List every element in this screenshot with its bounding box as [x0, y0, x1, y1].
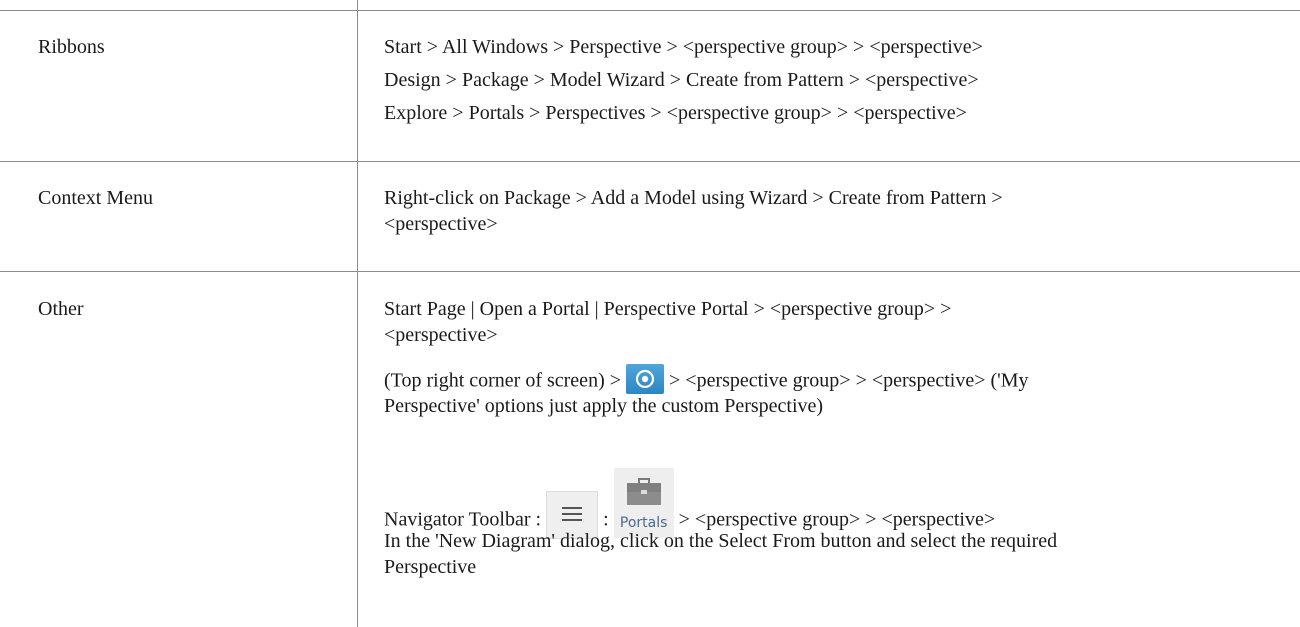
- other-path-1: Start Page | Open a Portal | Perspective…: [384, 298, 952, 320]
- briefcase-icon: [626, 478, 661, 505]
- row-label-other: Other: [38, 298, 84, 320]
- row-label-ribbons: Ribbons: [38, 36, 105, 58]
- row-divider-1: [0, 161, 1300, 162]
- perspective-line-suffix: > <perspective group> > <perspective> ('…: [669, 369, 1029, 392]
- ribbons-path-3: Explore > Portals > Perspectives > <pers…: [384, 102, 967, 124]
- context-menu-path-1: Right-click on Package > Add a Model usi…: [384, 187, 1003, 209]
- table-top-rule: [0, 10, 1300, 11]
- other-path-2: <perspective>: [384, 324, 498, 346]
- perspective-line-continuation: Perspective' options just apply the cust…: [384, 395, 824, 417]
- perspective-line-prefix: (Top right corner of screen) >: [384, 369, 627, 392]
- ribbons-path-1: Start > All Windows > Perspective > <per…: [384, 36, 983, 58]
- dialog-instruction-1: In the 'New Diagram' dialog, click on th…: [384, 530, 1058, 552]
- column-divider: [357, 10, 358, 627]
- column-divider-top: [357, 0, 358, 10]
- dialog-instruction-2: Perspective: [384, 556, 477, 578]
- ribbons-path-2: Design > Package > Model Wizard > Create…: [384, 69, 979, 91]
- context-menu-path-2: <perspective>: [384, 213, 498, 235]
- row-divider-2: [0, 271, 1300, 272]
- access-table: Ribbons Start > All Windows > Perspectiv…: [0, 0, 1300, 627]
- eye-icon: [626, 364, 665, 394]
- row-label-context-menu: Context Menu: [38, 187, 153, 209]
